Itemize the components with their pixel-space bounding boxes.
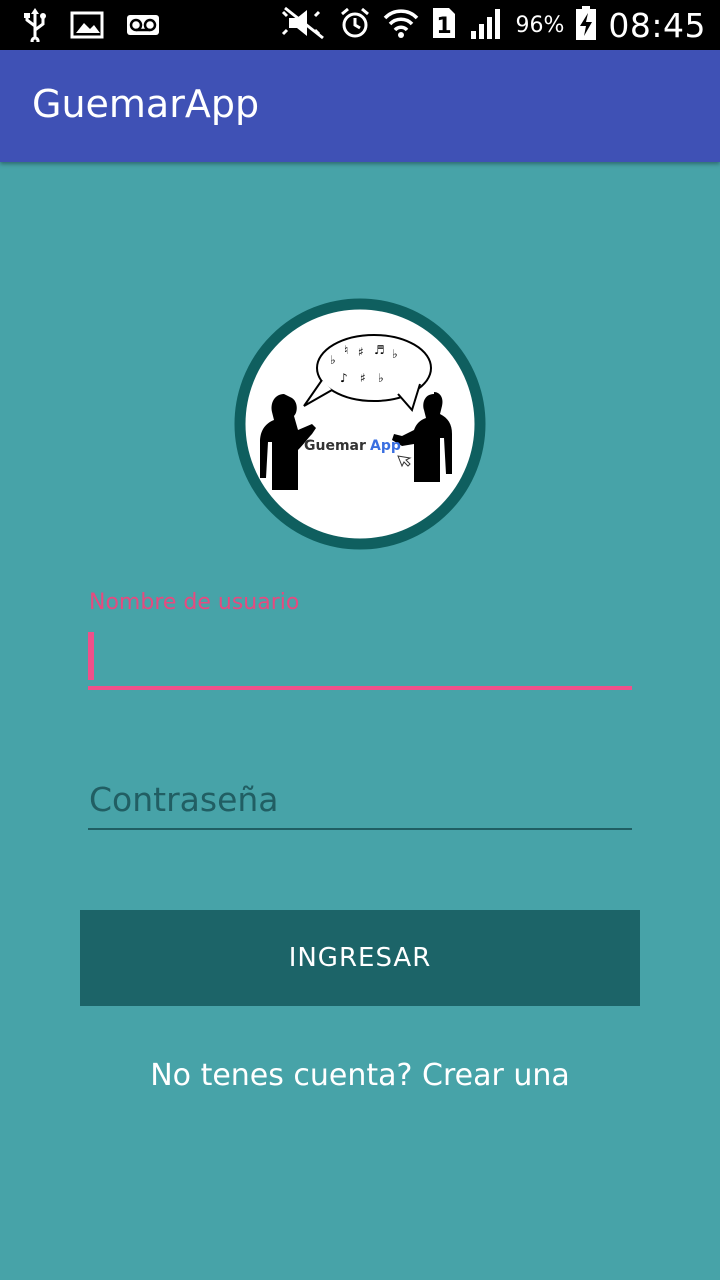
- svg-text:♪: ♪: [340, 371, 348, 385]
- svg-text:♯: ♯: [358, 345, 364, 359]
- password-placeholder: Contraseña: [89, 780, 279, 819]
- battery-percent: 96%: [515, 12, 565, 38]
- password-input[interactable]: Contraseña: [88, 766, 632, 830]
- username-label: Nombre de usuario: [89, 590, 300, 615]
- wifi-icon: [383, 6, 419, 44]
- app-title: GuemarApp: [32, 82, 260, 126]
- svg-text:♬: ♬: [374, 343, 385, 357]
- username-input[interactable]: [88, 624, 632, 690]
- svg-text:♯: ♯: [360, 371, 366, 385]
- logo-text-primary: Guemar: [304, 438, 366, 454]
- clock: 08:45: [608, 5, 706, 45]
- login-button[interactable]: INGRESAR: [80, 910, 640, 1006]
- status-bar: 1 96% 08:45: [0, 0, 720, 50]
- mute-icon: [279, 6, 327, 44]
- svg-text:1: 1: [437, 14, 452, 39]
- svg-text:♮: ♮: [344, 343, 348, 357]
- create-account-link[interactable]: No tenes cuenta? Crear una: [0, 1058, 720, 1093]
- app-bar: GuemarApp: [0, 50, 720, 162]
- sim-1-icon: 1: [431, 6, 457, 44]
- svg-text:♭: ♭: [378, 371, 384, 385]
- svg-text:♭: ♭: [392, 347, 398, 361]
- app-logo: ♭ ♮ ♯ ♬ ♭ ♪ ♯ ♭ Guemar App: [234, 298, 486, 550]
- usb-icon: [22, 8, 48, 46]
- alarm-icon: [339, 6, 371, 44]
- battery-charging-icon: [576, 6, 597, 44]
- svg-text:♭: ♭: [330, 353, 336, 367]
- image-icon: [70, 11, 104, 43]
- logo-text-accent: App: [370, 438, 401, 454]
- text-cursor: [88, 632, 94, 680]
- signal-icon: [469, 7, 503, 43]
- voicemail-icon: [126, 14, 160, 40]
